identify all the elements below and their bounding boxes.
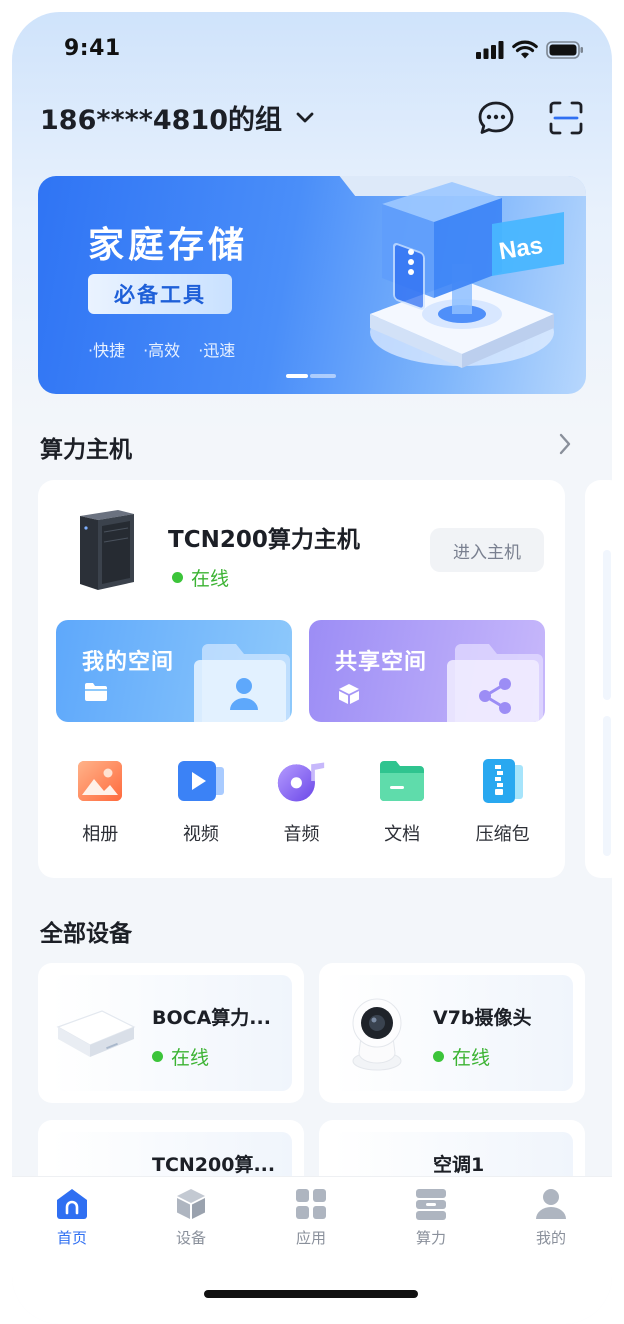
app-label: 文档 xyxy=(384,824,421,845)
tab-apps[interactable]: 应用 xyxy=(271,1187,351,1248)
my-space-label: 我的空间 xyxy=(82,650,175,675)
device-status: 在线 xyxy=(152,1043,209,1070)
tab-devices[interactable]: 设备 xyxy=(151,1187,231,1248)
shared-space-label: 共享空间 xyxy=(335,650,428,675)
app-archive[interactable]: 压缩包 xyxy=(463,756,543,846)
wifi-icon xyxy=(512,40,538,59)
message-button[interactable] xyxy=(476,98,516,138)
tab-compute[interactable]: 算力 xyxy=(391,1187,471,1248)
shared-space-card[interactable]: 共享空间 xyxy=(309,620,545,722)
host-section-title: 算力主机 xyxy=(40,437,132,463)
tab-label: 设备 xyxy=(175,1229,206,1247)
scan-button[interactable] xyxy=(546,98,586,138)
app-label: 相册 xyxy=(82,824,119,845)
devices-section-title: 全部设备 xyxy=(40,921,132,947)
app-label: 视频 xyxy=(182,824,219,845)
group-selector[interactable]: 186****4810的组 xyxy=(40,98,314,137)
host-tower-image xyxy=(80,510,134,590)
folder-icon xyxy=(85,683,107,701)
device-card-boca[interactable]: BOCA算力... 在线 xyxy=(38,963,304,1103)
banner-tag: ·高效 xyxy=(143,341,181,360)
device-card-camera[interactable]: V7b摄像头 在线 xyxy=(319,963,585,1103)
banner-pill: 必备工具 xyxy=(88,274,232,314)
chat-bubble-icon xyxy=(478,101,514,134)
signal-icon xyxy=(476,40,504,59)
device-status-text: 在线 xyxy=(171,1047,210,1069)
app-document[interactable]: 文档 xyxy=(362,756,442,846)
scan-icon xyxy=(549,101,583,135)
banner-title: 家庭存储 xyxy=(88,225,249,266)
device-status: 在线 xyxy=(433,1043,490,1070)
device-status-text: 在线 xyxy=(452,1047,491,1069)
chevron-right-icon[interactable] xyxy=(559,433,571,455)
banner-tags: ·快捷 ·高效 ·迅速 xyxy=(88,337,235,361)
online-dot xyxy=(152,1051,163,1062)
online-dot xyxy=(172,572,183,583)
device-name: V7b摄像头 xyxy=(433,1007,532,1029)
chevron-down-icon xyxy=(296,112,314,122)
tab-home[interactable]: 首页 xyxy=(32,1187,112,1248)
phone-screen: 9:41 186****4810的组 家庭存储 必备工具 ·快捷 ·高效 ·迅速 xyxy=(12,12,612,1324)
tab-label: 我的 xyxy=(535,1229,566,1247)
carousel-dot xyxy=(310,374,336,378)
app-video[interactable]: 视频 xyxy=(161,756,241,846)
app-label: 压缩包 xyxy=(475,824,530,845)
app-audio[interactable]: 音频 xyxy=(261,756,341,846)
status-time: 9:41 xyxy=(64,36,121,61)
tab-label: 算力 xyxy=(415,1229,446,1247)
home-icon xyxy=(57,1189,87,1219)
archive-icon xyxy=(482,759,523,803)
host-status-text: 在线 xyxy=(191,568,230,590)
shared-space-folder-illustration xyxy=(447,644,543,722)
box-icon xyxy=(339,684,359,704)
status-icons xyxy=(476,40,584,59)
battery-icon xyxy=(546,40,583,59)
status-bar: 9:41 xyxy=(12,12,612,86)
my-space-card[interactable]: 我的空间 xyxy=(56,620,292,722)
peek-decor xyxy=(603,716,611,856)
audio-icon xyxy=(278,762,325,802)
my-space-folder-illustration xyxy=(194,644,290,722)
banner-tag: ·迅速 xyxy=(198,341,236,360)
app-label: 音频 xyxy=(283,824,320,845)
server-icon xyxy=(416,1189,446,1220)
nas-device-illustration: Nas xyxy=(370,182,564,368)
group-name: 186****4810的组 xyxy=(40,105,282,136)
home-indicator[interactable] xyxy=(204,1290,418,1298)
device-name: TCN200算... xyxy=(152,1154,276,1176)
carousel-indicator xyxy=(286,374,336,378)
tab-label: 首页 xyxy=(56,1229,87,1247)
tab-label: 应用 xyxy=(295,1229,326,1247)
camera-device-image xyxy=(352,998,402,1071)
boca-device-image xyxy=(56,1010,136,1057)
device-name: BOCA算力... xyxy=(152,1007,271,1029)
photo-album-icon xyxy=(78,761,123,801)
host-card[interactable]: TCN200算力主机 在线 进入主机 我的空间 共享空间 相册 视频 音频 文档… xyxy=(38,480,565,878)
next-host-card-peek[interactable] xyxy=(585,480,612,878)
app-photo-album[interactable]: 相册 xyxy=(60,756,140,846)
peek-decor xyxy=(603,550,611,700)
app-shortcuts: 相册 视频 音频 文档 压缩包 xyxy=(38,756,565,846)
top-header: 186****4810的组 xyxy=(12,98,612,144)
cube-icon xyxy=(177,1189,205,1219)
grid-icon xyxy=(296,1189,326,1219)
promo-banner[interactable]: 家庭存储 必备工具 ·快捷 ·高效 ·迅速 Nas xyxy=(38,176,586,394)
device-name: 空调1 xyxy=(433,1154,485,1176)
document-icon xyxy=(380,761,425,801)
carousel-dot-active xyxy=(286,374,308,378)
enter-host-button[interactable]: 进入主机 xyxy=(430,528,544,572)
video-icon xyxy=(177,761,224,801)
online-dot xyxy=(433,1051,444,1062)
bottom-tab-bar: 首页 设备 应用 算力 我的 xyxy=(12,1176,612,1324)
tab-profile[interactable]: 我的 xyxy=(511,1187,591,1248)
banner-tag: ·快捷 xyxy=(88,341,126,360)
person-icon xyxy=(536,1189,566,1219)
host-status: 在线 xyxy=(172,564,229,591)
host-name: TCN200算力主机 xyxy=(168,527,360,553)
